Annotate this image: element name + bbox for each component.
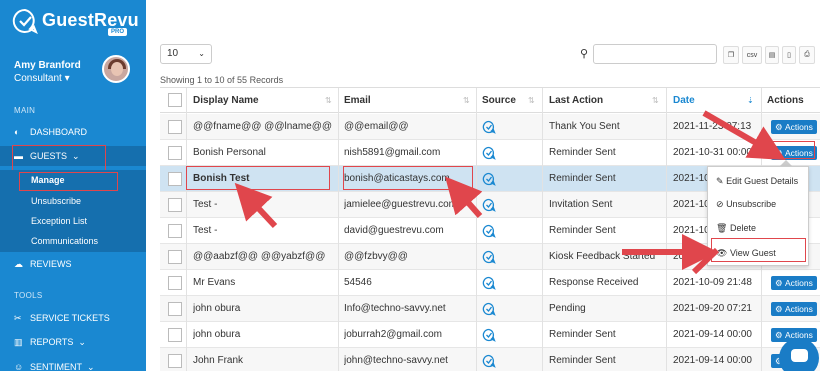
chat-widget-button[interactable] xyxy=(779,338,819,371)
annotation-arrows xyxy=(234,110,786,275)
arrow-to-name xyxy=(234,182,278,229)
chat-icon xyxy=(791,349,808,362)
arrow-to-email xyxy=(445,176,483,218)
arrow-to-actions xyxy=(702,110,786,160)
